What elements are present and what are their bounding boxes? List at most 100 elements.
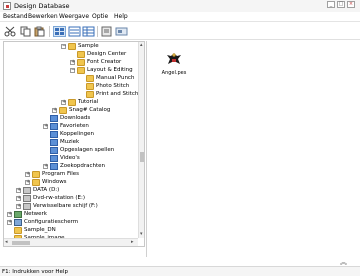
tree-expander-icon[interactable]: + <box>70 60 75 65</box>
tree-item-label: Muziek <box>60 139 80 145</box>
drive-icon <box>23 195 31 202</box>
tree-item-label: Layout & Editing <box>87 67 133 73</box>
tree-expander-icon[interactable]: + <box>7 212 12 217</box>
file-name: Angel.pes <box>161 70 187 76</box>
scissors-icon[interactable] <box>4 26 17 37</box>
tree-item-label: Design Center <box>87 51 127 57</box>
drive-icon <box>23 203 31 210</box>
folder-icon <box>68 43 76 50</box>
menu-optie[interactable]: Optie <box>92 13 108 20</box>
tree-item-label: Configuratiescherm <box>24 219 79 225</box>
tree-item-label: Verwisselbare schijf (F:) <box>33 203 98 209</box>
scroll-down-arrow[interactable]: ▾ <box>140 231 143 237</box>
tree-expander-icon[interactable]: + <box>61 100 66 105</box>
menu-bestand[interactable]: Bestand <box>3 13 28 20</box>
tree-item-label: Opgeslagen spellen <box>60 147 115 153</box>
view-small-icons[interactable] <box>68 26 81 37</box>
tree-item-label: Sample <box>78 43 99 49</box>
tree-item-label: Dvd-rw-station (E:) <box>33 195 86 201</box>
menu-help[interactable]: Help <box>114 13 128 20</box>
tree-item-label: Zoekopdrachten <box>60 163 106 169</box>
maximize-button[interactable]: □ <box>337 1 345 8</box>
toolbar-separator <box>97 26 98 37</box>
tree-item-label: Favorieten <box>60 123 89 129</box>
tree-expander-icon[interactable]: + <box>25 180 30 185</box>
tree-item-label: Tutorial <box>78 99 99 105</box>
tree-item-label: Video's <box>60 155 80 161</box>
toolbar-separator <box>49 26 50 37</box>
file-list-panel: Angel.pes <box>146 41 360 257</box>
toolbar <box>0 23 360 40</box>
folder-icon <box>86 83 94 90</box>
tree-item-label: Snag# Catalog <box>69 107 111 113</box>
file-item[interactable]: Angel.pes <box>161 50 187 82</box>
menu-weergave[interactable]: Weergave <box>59 13 89 20</box>
tree-expander-icon[interactable]: + <box>43 124 48 129</box>
tree-expander-icon[interactable]: − <box>70 68 75 73</box>
tree-item-label: Netwerk <box>24 211 47 217</box>
window-title: Design Database <box>14 2 70 10</box>
folder-icon <box>14 227 22 234</box>
tree-item-label: Photo Stitch <box>96 83 130 89</box>
net-icon <box>14 211 22 218</box>
folder-icon <box>32 171 40 178</box>
tree-expander-icon[interactable]: + <box>7 220 12 225</box>
folder-icon <box>68 99 76 106</box>
tree-item-label: Print and Stitch <box>96 91 139 97</box>
embroidery-design-icon <box>165 50 183 68</box>
folder-icon <box>32 179 40 186</box>
blue-icon <box>50 131 58 138</box>
tree-expander-icon[interactable]: + <box>25 172 30 177</box>
folder-icon <box>86 75 94 82</box>
scroll-right-arrow[interactable]: ▸ <box>131 239 134 245</box>
tree-item-label: Manual Punch <box>96 75 135 81</box>
tree-item-label: Sample_DN <box>24 227 56 233</box>
tree-expander-icon[interactable]: + <box>52 108 57 113</box>
tree-expander-icon[interactable]: − <box>61 44 66 49</box>
view-details-icon[interactable] <box>82 26 95 37</box>
minimize-button[interactable]: _ <box>327 1 335 8</box>
scroll-left-arrow[interactable]: ◂ <box>5 239 8 245</box>
tree-vertical-scrollbar[interactable]: ▴ ▾ <box>138 42 144 238</box>
blue-icon <box>50 139 58 146</box>
blue-icon <box>50 163 58 170</box>
blue-icon <box>50 123 58 130</box>
blue-icon <box>50 115 58 122</box>
copy-icon[interactable] <box>19 26 32 37</box>
tree-item-label: Program Files <box>42 171 80 177</box>
tree-item-label: Font Creator <box>87 59 122 65</box>
folder-tree: − Sample Design Center + Font Creator − Layout… <box>3 41 145 247</box>
menu-bar: Bestand Bewerken Weergave Optie Help <box>0 12 360 22</box>
status-text: F1: Indrukken voor Help <box>2 269 68 275</box>
folder-icon <box>77 51 85 58</box>
properties-icon[interactable] <box>100 26 113 37</box>
folder-icon <box>77 59 85 66</box>
tree-item-label: Downloads <box>60 115 91 121</box>
app-icon <box>3 2 11 10</box>
tree-item-label: Windows <box>42 179 67 185</box>
blue-icon <box>50 147 58 154</box>
paste-icon[interactable] <box>33 26 46 37</box>
tree-horizontal-scrollbar[interactable]: ◂ ▸ <box>4 238 138 246</box>
tree-item-label: DATA (D:) <box>33 187 60 193</box>
close-button[interactable]: × <box>347 1 355 8</box>
preview-icon[interactable] <box>115 26 128 37</box>
scroll-up-arrow[interactable]: ▴ <box>140 42 143 48</box>
scroll-thumb[interactable] <box>12 241 30 245</box>
tree-item-label: Koppelingen <box>60 131 94 137</box>
status-bar: F1: Indrukken voor Help <box>0 266 360 276</box>
scroll-thumb[interactable] <box>140 152 144 162</box>
tree-expander-icon[interactable]: + <box>43 164 48 169</box>
folder-icon <box>86 91 94 98</box>
tree-expander-icon[interactable]: + <box>16 196 21 201</box>
folder-icon <box>77 67 85 74</box>
tree-expander-icon[interactable]: + <box>16 204 21 209</box>
view-large-icons[interactable] <box>53 26 66 37</box>
tree-expander-icon[interactable]: + <box>16 188 21 193</box>
folder-icon <box>59 107 67 114</box>
computer-icon <box>14 219 22 226</box>
menu-bewerken[interactable]: Bewerken <box>28 13 58 20</box>
drive-icon <box>23 187 31 194</box>
blue-icon <box>50 155 58 162</box>
title-bar: Design Database _ □ × <box>0 0 360 12</box>
